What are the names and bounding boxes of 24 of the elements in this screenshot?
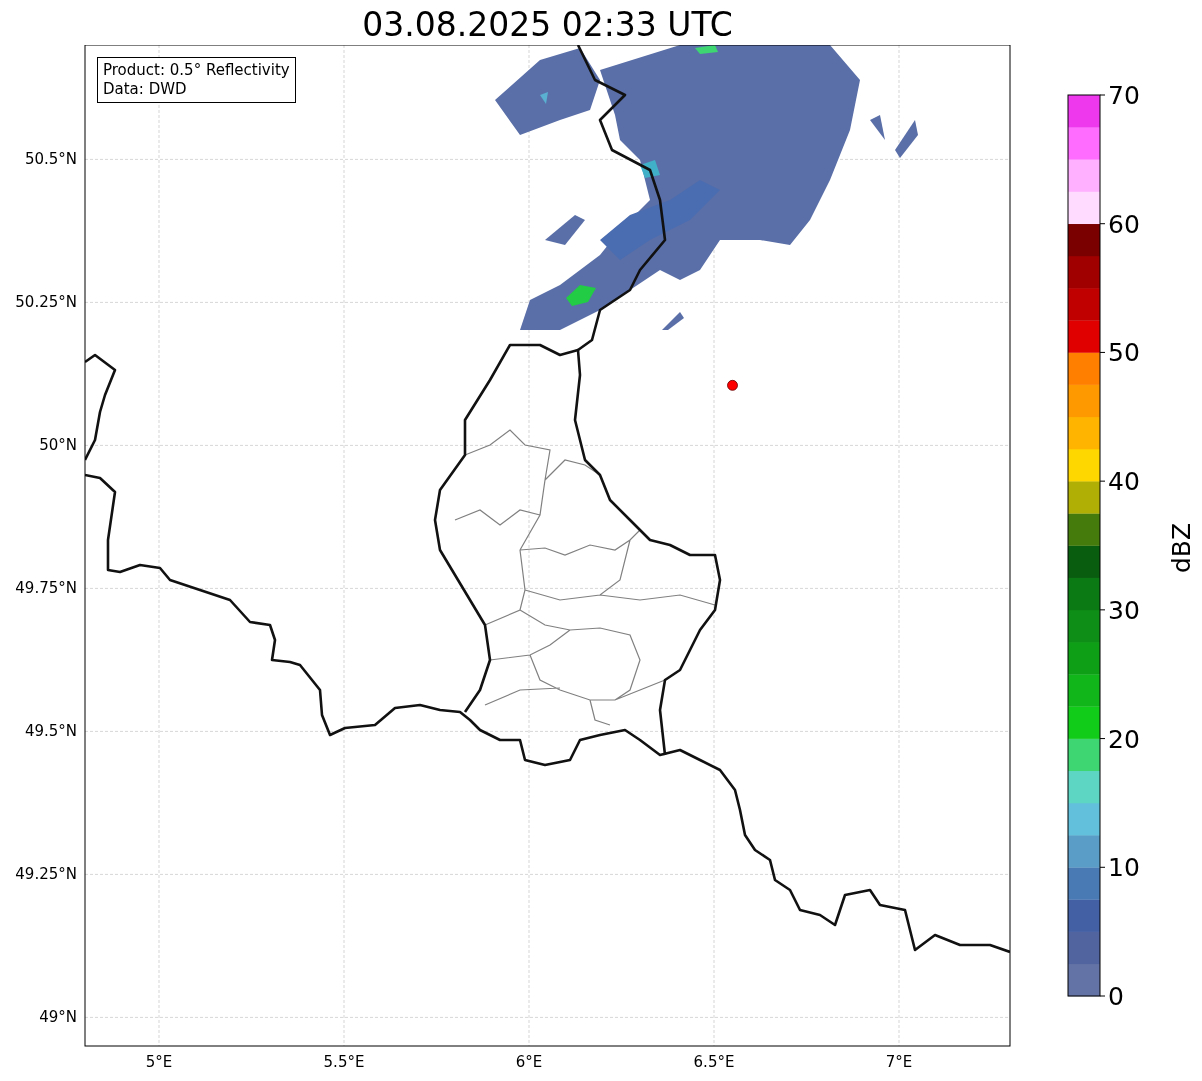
colorbar-tick-label: 60 (1108, 209, 1140, 239)
colorbar-tick-label: 30 (1108, 595, 1140, 625)
axis-tick-label: 6°E (515, 1053, 543, 1071)
axis-tick-label: 49.25°N (15, 865, 77, 884)
axis-tick-label: 6.5°E (693, 1053, 735, 1071)
axis-tick-label: 50.5°N (24, 150, 77, 169)
axis-tick-label: 5.5°E (323, 1053, 365, 1071)
axis-tick-label: 49°N (39, 1008, 77, 1027)
info-text: Product: 0.5° Reflectivity (103, 61, 290, 80)
colorbar-label: dBZ (1167, 522, 1196, 574)
axis-tick-label: 50.25°N (15, 293, 77, 312)
axis-tick-label: 7°E (885, 1053, 913, 1071)
colorbar-tick-label: 50 (1108, 338, 1140, 368)
colorbar-tick-label: 0 (1108, 982, 1124, 1011)
colorbar-tick-label: 20 (1108, 724, 1140, 754)
axis-tick-label: 49.5°N (24, 722, 77, 741)
axis-tick-label: 5°E (145, 1053, 173, 1071)
axis-tick-label: 49.75°N (15, 579, 77, 598)
chart-title: 03.08.2025 02:33 UTC (361, 4, 734, 45)
colorbar-tick-label: 40 (1108, 467, 1140, 497)
colorbar-tick-label: 10 (1108, 853, 1140, 883)
info-text: Data: DWD (103, 80, 188, 99)
colorbar-tick-label: 70 (1108, 81, 1140, 110)
axis-tick-label: 50°N (39, 436, 77, 455)
